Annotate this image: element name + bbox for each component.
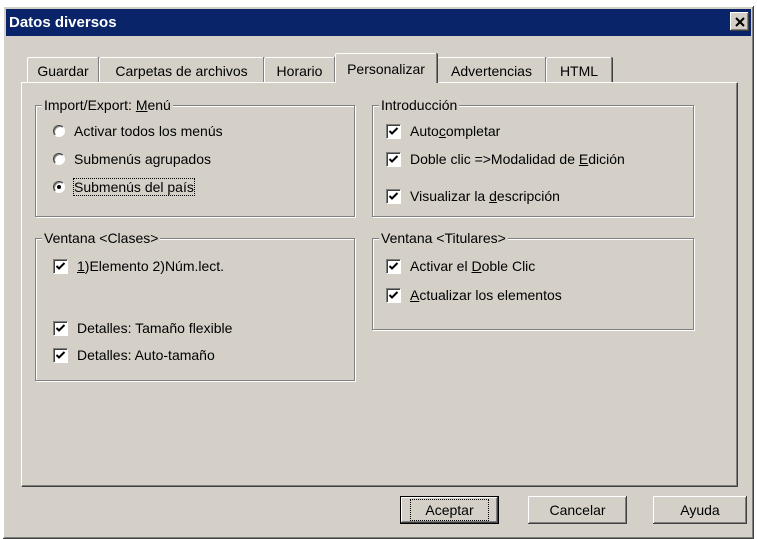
tab-carpetas-de-archivos[interactable]: Carpetas de archivos: [99, 57, 264, 83]
tab-label: Horario: [276, 62, 323, 79]
tab-panel-personalizar: [21, 82, 738, 487]
help-button[interactable]: Ayuda: [653, 496, 747, 524]
tab-horario[interactable]: Horario: [264, 57, 335, 83]
tab-label: Personalizar: [347, 60, 425, 77]
tab-label: Advertencias: [451, 62, 532, 79]
tab-advertencias[interactable]: Advertencias: [437, 57, 546, 83]
close-button[interactable]: [730, 12, 749, 31]
tab-personalizar[interactable]: Personalizar: [335, 53, 437, 83]
tab-label: Guardar: [37, 62, 89, 79]
cancel-button[interactable]: Cancelar: [528, 496, 627, 524]
tab-label: Carpetas de archivos: [115, 62, 248, 79]
help-button-label: Ayuda: [680, 502, 720, 518]
cancel-button-label: Cancelar: [549, 502, 606, 518]
tab-html[interactable]: HTML: [546, 57, 612, 83]
tab-label: HTML: [559, 62, 599, 79]
ok-button-label: Aceptar: [410, 499, 489, 521]
close-icon: [734, 16, 745, 27]
ok-button[interactable]: Aceptar: [400, 496, 499, 524]
tab-guardar[interactable]: Guardar: [27, 57, 99, 83]
title-bar: Datos diversos: [6, 9, 751, 36]
window-title: Datos diversos: [9, 14, 117, 31]
